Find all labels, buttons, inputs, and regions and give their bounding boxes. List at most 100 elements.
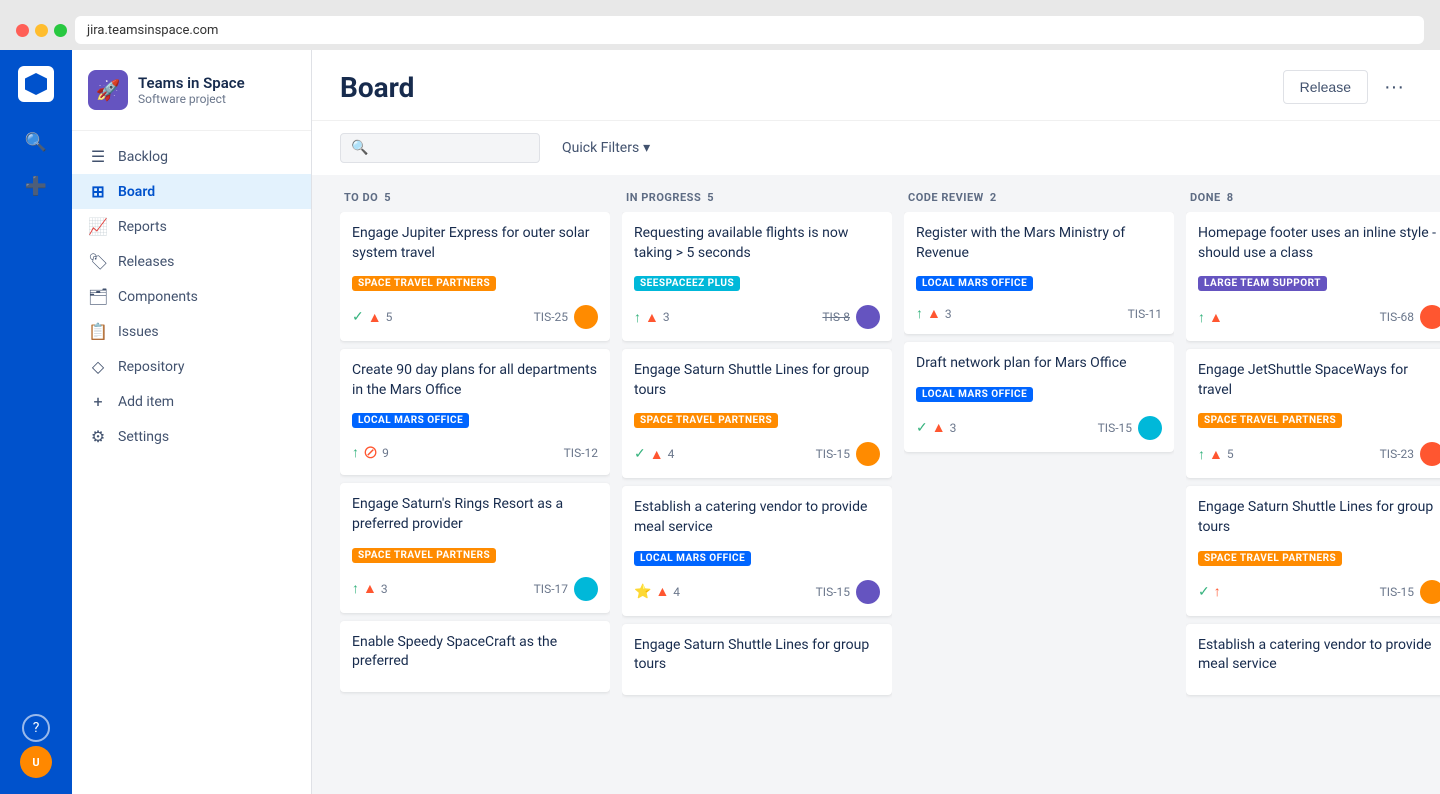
sidebar-item-releases[interactable]: 🏷 Releases <box>72 244 311 279</box>
search-box[interactable]: 🔍 <box>340 133 540 163</box>
card-tis8[interactable]: Requesting available flights is now taki… <box>622 212 892 341</box>
card-catering-done[interactable]: Establish a catering vendor to provide m… <box>1186 624 1440 695</box>
sidebar-nav: ☰ Backlog ⊞ Board 📈 Reports 🏷 Releases 🗂… <box>72 131 311 462</box>
sidebar-item-reports[interactable]: 📈 Reports <box>72 209 311 244</box>
column-header-done: DONE 8 <box>1186 183 1440 212</box>
sidebar-item-board[interactable]: ⊞ Board <box>72 174 311 209</box>
card-right: TIS-8 <box>822 305 880 329</box>
card-id: TIS-23 <box>1380 447 1414 461</box>
card-count: 5 <box>386 310 393 324</box>
card-tis17[interactable]: Engage Saturn's Rings Resort as a prefer… <box>340 483 610 612</box>
card-footer: ↑ ⊘ 9 TIS-12 <box>352 442 598 463</box>
column-header-inprogress: IN PROGRESS 5 <box>622 183 892 212</box>
card-id: TIS-15 <box>1380 585 1414 599</box>
card-id: TIS-25 <box>534 310 568 324</box>
project-info: Teams in Space Software project <box>138 74 245 106</box>
card-engage-saturn2[interactable]: Engage Saturn Shuttle Lines for group to… <box>622 624 892 695</box>
maximize-button[interactable] <box>54 24 67 37</box>
project-sidebar: 🚀 Teams in Space Software project ☰ Back… <box>72 50 312 794</box>
card-mars-ministry[interactable]: Register with the Mars Ministry of Reven… <box>904 212 1174 334</box>
address-bar[interactable]: jira.teamsinspace.com <box>75 16 1424 44</box>
backlog-label: Backlog <box>118 149 168 165</box>
url-text: jira.teamsinspace.com <box>87 23 218 38</box>
card-count: 3 <box>945 307 952 321</box>
sidebar-item-repository[interactable]: ◇ Repository <box>72 349 311 384</box>
add-item-icon: + <box>88 392 108 411</box>
priority-icon: ▲ <box>1209 309 1223 326</box>
column-name-inprogress: IN PROGRESS <box>626 191 701 204</box>
card-avatar <box>856 442 880 466</box>
chevron-down-icon: ▾ <box>643 140 650 156</box>
card-network-plan[interactable]: Draft network plan for Mars Office LOCAL… <box>904 342 1174 452</box>
card-icons: ✓ ▲ 4 <box>634 446 674 463</box>
column-done: DONE 8 Homepage footer uses an inline st… <box>1186 183 1440 794</box>
project-avatar: 🚀 <box>88 70 128 110</box>
card-title: Engage JetShuttle SpaceWays for travel <box>1198 361 1440 400</box>
priority-up-icon: ↑ <box>1214 583 1221 600</box>
release-button[interactable]: Release <box>1283 70 1368 104</box>
help-icon[interactable]: ? <box>22 714 50 742</box>
card-jetshuttle[interactable]: Engage JetShuttle SpaceWays for travel S… <box>1186 349 1440 478</box>
quick-filters-button[interactable]: Quick Filters ▾ <box>552 134 660 162</box>
main-content: Board Release ··· 🔍 Quick Filters ▾ TO D… <box>312 50 1440 794</box>
minimize-button[interactable] <box>35 24 48 37</box>
card-title: Establish a catering vendor to provide m… <box>1198 636 1440 675</box>
card-footer: ✓ ▲ 4 TIS-15 <box>634 442 880 466</box>
project-header: 🚀 Teams in Space Software project <box>72 50 311 131</box>
check-icon: ✓ <box>634 446 646 462</box>
card-icons: ⭐ ▲ 4 <box>634 583 680 600</box>
column-header-codereview: CODE REVIEW 2 <box>904 183 1174 212</box>
card-right: TIS-15 <box>1098 416 1162 440</box>
card-tis12[interactable]: Create 90 day plans for all departments … <box>340 349 610 475</box>
card-count: 3 <box>663 310 670 324</box>
priority-icon: ▲ <box>368 309 382 326</box>
logo-icon <box>25 73 47 95</box>
settings-label: Settings <box>118 429 169 445</box>
project-type: Software project <box>138 92 245 106</box>
card-right: TIS-12 <box>564 446 598 460</box>
column-name-codereview: CODE REVIEW <box>908 191 984 204</box>
app-logo[interactable] <box>18 66 54 102</box>
column-count-inprogress: 5 <box>707 191 714 204</box>
card-icons: ✓ ▲ 5 <box>352 309 392 326</box>
card-footer: ✓ ▲ 5 TIS-25 <box>352 305 598 329</box>
card-label: SPACE TRAVEL PARTNERS <box>352 276 496 291</box>
card-tis25[interactable]: Engage Jupiter Express for outer solar s… <box>340 212 610 341</box>
card-homepage-footer[interactable]: Homepage footer uses an inline style - s… <box>1186 212 1440 341</box>
sidebar-item-issues[interactable]: 📋 Issues <box>72 314 311 349</box>
priority-icon: ▲ <box>655 583 669 600</box>
sidebar-item-settings[interactable]: ⚙ Settings <box>72 419 311 454</box>
cards-list-done: Homepage footer uses an inline style - s… <box>1186 212 1440 794</box>
browser-chrome: jira.teamsinspace.com <box>0 0 1440 50</box>
more-options-button[interactable]: ··· <box>1376 72 1412 103</box>
card-saturn-shuttle-done[interactable]: Engage Saturn Shuttle Lines for group to… <box>1186 486 1440 615</box>
card-label: SPACE TRAVEL PARTNERS <box>1198 413 1342 428</box>
card-avatar <box>574 577 598 601</box>
card-label: SPACE TRAVEL PARTNERS <box>352 548 496 563</box>
card-saturn-shuttle[interactable]: Engage Saturn Shuttle Lines for group to… <box>622 349 892 478</box>
create-icon[interactable]: ➕ <box>16 166 56 206</box>
column-todo: TO DO 5 Engage Jupiter Express for outer… <box>340 183 610 794</box>
toolbar: 🔍 Quick Filters ▾ <box>312 121 1440 175</box>
card-footer: ⭐ ▲ 4 TIS-15 <box>634 580 880 604</box>
project-name: Teams in Space <box>138 74 245 92</box>
close-button[interactable] <box>16 24 29 37</box>
card-title: Establish a catering vendor to provide m… <box>634 498 880 537</box>
card-icons: ↑ ▲ <box>1198 309 1223 326</box>
sidebar-item-components[interactable]: 🗂 Components <box>72 279 311 314</box>
card-catering[interactable]: Establish a catering vendor to provide m… <box>622 486 892 615</box>
card-right: TIS-15 <box>1380 580 1440 604</box>
backlog-icon: ☰ <box>88 147 108 166</box>
search-icon[interactable]: 🔍 <box>16 122 56 162</box>
user-avatar[interactable]: U <box>20 746 52 778</box>
card-label: LOCAL MARS OFFICE <box>634 551 751 566</box>
sidebar-item-backlog[interactable]: ☰ Backlog <box>72 139 311 174</box>
card-footer: ↑ ▲ 3 TIS-17 <box>352 577 598 601</box>
card-id: TIS-15 <box>816 447 850 461</box>
sidebar-item-add-item[interactable]: + Add item <box>72 384 311 419</box>
card-enable[interactable]: Enable Speedy SpaceCraft as the preferre… <box>340 621 610 692</box>
priority-icon: ▲ <box>932 419 946 436</box>
card-icons: ↑ ⊘ 9 <box>352 442 389 463</box>
card-icons: ↑ ▲ 3 <box>916 305 952 322</box>
priority-icon: ▲ <box>927 305 941 322</box>
